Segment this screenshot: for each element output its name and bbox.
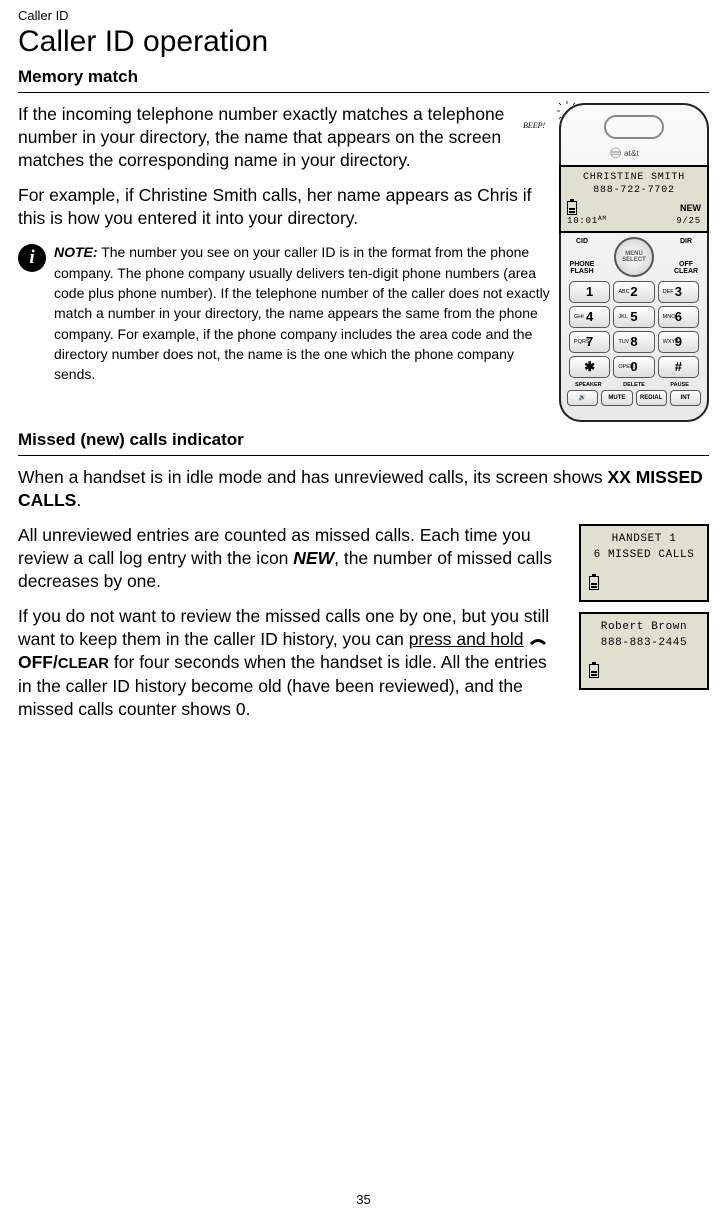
battery-icon: [589, 576, 599, 590]
lcd-number: 888-722-7702: [563, 184, 705, 198]
mini-lcd-2: Robert Brown 888-883-2445: [579, 612, 709, 690]
key-5[interactable]: JKL5: [613, 306, 654, 328]
battery-icon: [589, 664, 599, 678]
int-key[interactable]: INT: [670, 390, 701, 406]
section1-heading: Memory match: [18, 67, 709, 87]
note-block: i NOTE: The number you see on your calle…: [18, 242, 551, 384]
lcd-date: 9/25: [676, 215, 701, 227]
mini-lcd2-line2: 888-883-2445: [585, 636, 703, 652]
lcd-time: 10:01AM: [567, 215, 607, 227]
page-number: 35: [0, 1192, 727, 1207]
key-9[interactable]: WXYZ9: [658, 331, 699, 353]
page-title: Caller ID operation: [18, 25, 709, 59]
key-pound[interactable]: #: [658, 356, 699, 378]
section1-para1: If the incoming telephone number exactly…: [18, 103, 551, 172]
section1-para2: For example, if Christine Smith calls, h…: [18, 184, 551, 230]
soft-key-row: 🔊 MUTE REDIAL INT: [567, 390, 701, 406]
key-4[interactable]: GHI4: [569, 306, 610, 328]
key-7[interactable]: PQRS7: [569, 331, 610, 353]
divider: [18, 455, 709, 456]
section2-para3: If you do not want to review the missed …: [18, 605, 565, 721]
dir-label: DIR: [673, 238, 699, 245]
note-label: NOTE:: [54, 244, 98, 260]
phone-handset: at&t CHRISTINE SMITH 888-722-7702 NEW 10…: [559, 103, 709, 422]
lcd-screen: CHRISTINE SMITH 888-722-7702 NEW 10:01AM…: [559, 165, 709, 233]
info-icon: i: [18, 244, 46, 272]
header-label: Caller ID: [18, 8, 709, 23]
speaker-key[interactable]: 🔊: [567, 390, 598, 406]
phone-icon: [528, 636, 548, 646]
off-clear-label: OFF CLEAR: [673, 261, 699, 275]
key-star[interactable]: ✱: [569, 356, 610, 378]
note-text: NOTE: The number you see on your caller …: [54, 242, 551, 384]
lcd-new-label: NEW: [680, 202, 701, 214]
mini-lcd2-line1: Robert Brown: [585, 620, 703, 636]
nav-row: CID PHONE FLASH MENU SELECT DIR OFF CLEA…: [567, 237, 701, 277]
svg-text:at&t: at&t: [624, 148, 639, 158]
key-2[interactable]: ABC2: [613, 281, 654, 303]
key-8[interactable]: TUV8: [613, 331, 654, 353]
bottom-labels: SPEAKER DELETE PAUSE: [567, 382, 701, 388]
key-0[interactable]: OPER0: [613, 356, 654, 378]
cid-label: CID: [569, 238, 595, 245]
section2-para1: When a handset is in idle mode and has u…: [18, 466, 709, 512]
mini-lcd-1: HANDSET 1 6 MISSED CALLS: [579, 524, 709, 602]
mute-key[interactable]: MUTE: [601, 390, 632, 406]
keypad: 1 ABC2 DEF3 GHI4 JKL5 MNO6 PQRS7 TUV8 WX…: [567, 279, 701, 380]
phone-flash-label: PHONE FLASH: [569, 261, 595, 275]
redial-key[interactable]: REDIAL: [636, 390, 667, 406]
brand-logo: at&t: [567, 147, 701, 162]
key-1[interactable]: 1: [569, 281, 610, 303]
key-6[interactable]: MNO6: [658, 306, 699, 328]
section2-para2: All unreviewed entries are counted as mi…: [18, 524, 565, 593]
key-3[interactable]: DEF3: [658, 281, 699, 303]
section2-heading: Missed (new) calls indicator: [18, 430, 709, 450]
menu-select-dpad[interactable]: MENU SELECT: [614, 237, 654, 277]
earpiece: [604, 115, 664, 139]
mini-lcd1-line2: 6 MISSED CALLS: [585, 548, 703, 564]
divider: [18, 92, 709, 93]
lcd-name: CHRISTINE SMITH: [563, 171, 705, 185]
mini-lcd1-line1: HANDSET 1: [585, 532, 703, 548]
battery-icon: [567, 201, 577, 215]
